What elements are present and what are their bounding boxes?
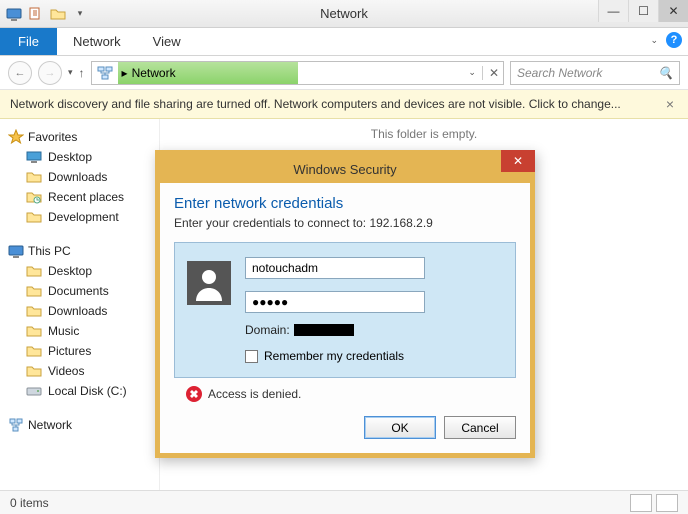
address-bar[interactable]: ▸ Network ⌄ ✕ (91, 61, 504, 85)
explorer-icon (4, 4, 24, 24)
pc-icon (8, 243, 24, 259)
password-input[interactable] (245, 291, 425, 313)
quick-access-toolbar: ▾ (0, 4, 90, 24)
dialog-title: Windows Security (293, 162, 396, 177)
icons-view-button[interactable] (656, 494, 678, 512)
network-location-icon (96, 64, 114, 82)
sidebar-item-pc-desktop[interactable]: Desktop (4, 261, 155, 281)
info-bar[interactable]: Network discovery and file sharing are t… (0, 90, 688, 119)
error-text: Access is denied. (208, 387, 301, 401)
ribbon-expand-icon[interactable]: ⌄ (650, 35, 658, 46)
folder-icon (26, 343, 42, 359)
sidebar-item-music[interactable]: Music (4, 321, 155, 341)
new-folder-icon[interactable] (48, 4, 68, 24)
details-view-button[interactable] (630, 494, 652, 512)
empty-folder-text: This folder is empty. (371, 127, 477, 141)
dialog-close-button[interactable]: ✕ (501, 150, 535, 172)
sidebar-item-recent[interactable]: Recent places (4, 187, 155, 207)
minimize-button[interactable]: — (598, 0, 628, 22)
remember-checkbox[interactable]: Remember my credentials (245, 349, 499, 363)
navigation-pane: Favorites Desktop Downloads Recent place… (0, 119, 160, 499)
sidebar-favorites[interactable]: Favorites (4, 127, 155, 147)
username-input[interactable] (245, 257, 425, 279)
title-bar: ▾ Network — ☐ ✕ (0, 0, 688, 28)
sidebar-item-downloads[interactable]: Downloads (4, 167, 155, 187)
error-icon: ✖ (186, 386, 202, 402)
qat-dropdown-icon[interactable]: ▾ (70, 4, 90, 24)
sidebar-item-localdisk[interactable]: Local Disk (C:) (4, 381, 155, 401)
desktop-icon (26, 149, 42, 165)
item-count: 0 items (10, 496, 49, 510)
error-row: ✖ Access is denied. (174, 378, 516, 406)
dialog-heading: Enter network credentials (174, 195, 516, 212)
credentials-dialog: Windows Security ✕ Enter network credent… (155, 150, 535, 458)
folder-icon (26, 263, 42, 279)
search-box[interactable]: Search Network 🔍 (510, 61, 680, 85)
folder-icon (26, 283, 42, 299)
status-bar: 0 items (0, 490, 688, 514)
refresh-button[interactable]: ✕ (482, 66, 499, 80)
dialog-subtext: Enter your credentials to connect to: 19… (174, 216, 516, 230)
sidebar-item-desktop[interactable]: Desktop (4, 147, 155, 167)
folder-icon (26, 169, 42, 185)
sidebar-item-documents[interactable]: Documents (4, 281, 155, 301)
sidebar-item-development[interactable]: Development (4, 207, 155, 227)
window-title: Network (0, 6, 688, 21)
back-button[interactable]: ← (8, 61, 32, 85)
sidebar-thispc[interactable]: This PC (4, 241, 155, 261)
recent-locations-icon[interactable]: ▾ (68, 67, 73, 78)
tab-network[interactable]: Network (57, 28, 137, 55)
forward-button[interactable]: → (38, 61, 62, 85)
sidebar-item-pc-downloads[interactable]: Downloads (4, 301, 155, 321)
info-bar-text: Network discovery and file sharing are t… (10, 97, 621, 111)
user-avatar-icon (187, 261, 231, 305)
info-bar-close-icon[interactable]: × (662, 96, 678, 112)
cancel-button[interactable]: Cancel (444, 416, 516, 439)
ribbon-tabs: File Network View ⌄ ? (0, 28, 688, 56)
folder-icon (26, 363, 42, 379)
help-icon[interactable]: ? (666, 32, 682, 48)
address-dropdown-icon[interactable]: ⌄ (468, 67, 476, 78)
star-icon (8, 129, 24, 145)
sidebar-item-videos[interactable]: Videos (4, 361, 155, 381)
maximize-button[interactable]: ☐ (628, 0, 658, 22)
domain-label-row: Domain: (245, 323, 499, 337)
ok-button[interactable]: OK (364, 416, 436, 439)
search-placeholder: Search Network (517, 66, 652, 80)
checkbox-icon (245, 350, 258, 363)
close-window-button[interactable]: ✕ (658, 0, 688, 22)
dialog-title-bar[interactable]: Windows Security ✕ (160, 155, 530, 183)
address-location: Network (132, 66, 176, 80)
sidebar-network[interactable]: Network (4, 415, 155, 435)
search-icon: 🔍 (658, 66, 673, 80)
folder-icon (26, 323, 42, 339)
drive-icon (26, 383, 42, 399)
navigation-bar: ← → ▾ ↑ ▸ Network ⌄ ✕ Search Network 🔍 (0, 56, 688, 90)
network-icon (8, 417, 24, 433)
tab-file[interactable]: File (0, 28, 57, 55)
folder-icon (26, 303, 42, 319)
recent-icon (26, 189, 42, 205)
properties-icon[interactable] (26, 4, 46, 24)
credentials-panel: Domain: Remember my credentials (174, 242, 516, 378)
sidebar-item-pictures[interactable]: Pictures (4, 341, 155, 361)
folder-icon (26, 209, 42, 225)
domain-redacted (294, 324, 354, 336)
tab-view[interactable]: View (137, 28, 197, 55)
up-button[interactable]: ↑ (79, 66, 85, 80)
